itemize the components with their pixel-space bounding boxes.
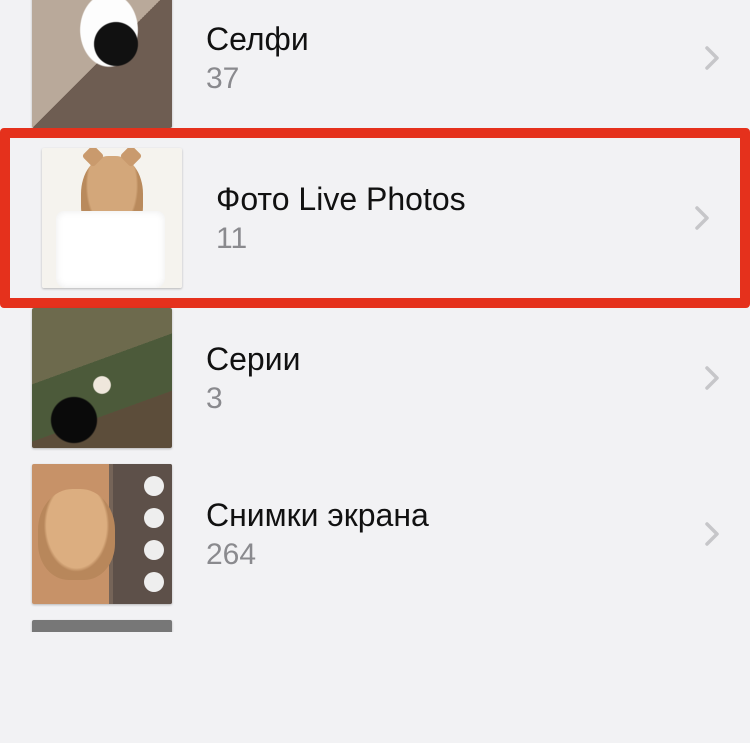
album-text: Снимки экрана 264 xyxy=(172,496,700,572)
chevron-right-icon xyxy=(700,46,724,70)
album-thumbnail xyxy=(32,0,172,128)
chevron-right-icon xyxy=(700,522,724,546)
album-count: 37 xyxy=(206,62,700,96)
album-count: 11 xyxy=(216,222,690,256)
album-thumbnail xyxy=(32,464,172,604)
album-text: Фото Live Photos 11 xyxy=(182,180,690,256)
chevron-right-icon xyxy=(690,206,714,230)
album-text: Селфи 37 xyxy=(172,20,700,96)
album-row-partial[interactable] xyxy=(0,612,750,632)
chevron-right-icon xyxy=(700,366,724,390)
album-thumbnail xyxy=(32,308,172,448)
album-row[interactable]: Снимки экрана 264 xyxy=(0,456,750,612)
album-count: 3 xyxy=(206,382,700,416)
album-row[interactable]: Селфи 37 xyxy=(0,0,750,136)
album-title: Серии xyxy=(206,340,700,378)
album-thumbnail xyxy=(32,620,172,632)
album-row-highlighted[interactable]: Фото Live Photos 11 xyxy=(0,128,750,308)
album-title: Снимки экрана xyxy=(206,496,700,534)
album-title: Фото Live Photos xyxy=(216,180,690,218)
album-row[interactable]: Серии 3 xyxy=(0,300,750,456)
album-list: Селфи 37 Фото Live Photos 11 xyxy=(0,0,750,632)
album-text: Серии 3 xyxy=(172,340,700,416)
album-thumbnail xyxy=(42,148,182,288)
album-title: Селфи xyxy=(206,20,700,58)
album-count: 264 xyxy=(206,538,700,572)
